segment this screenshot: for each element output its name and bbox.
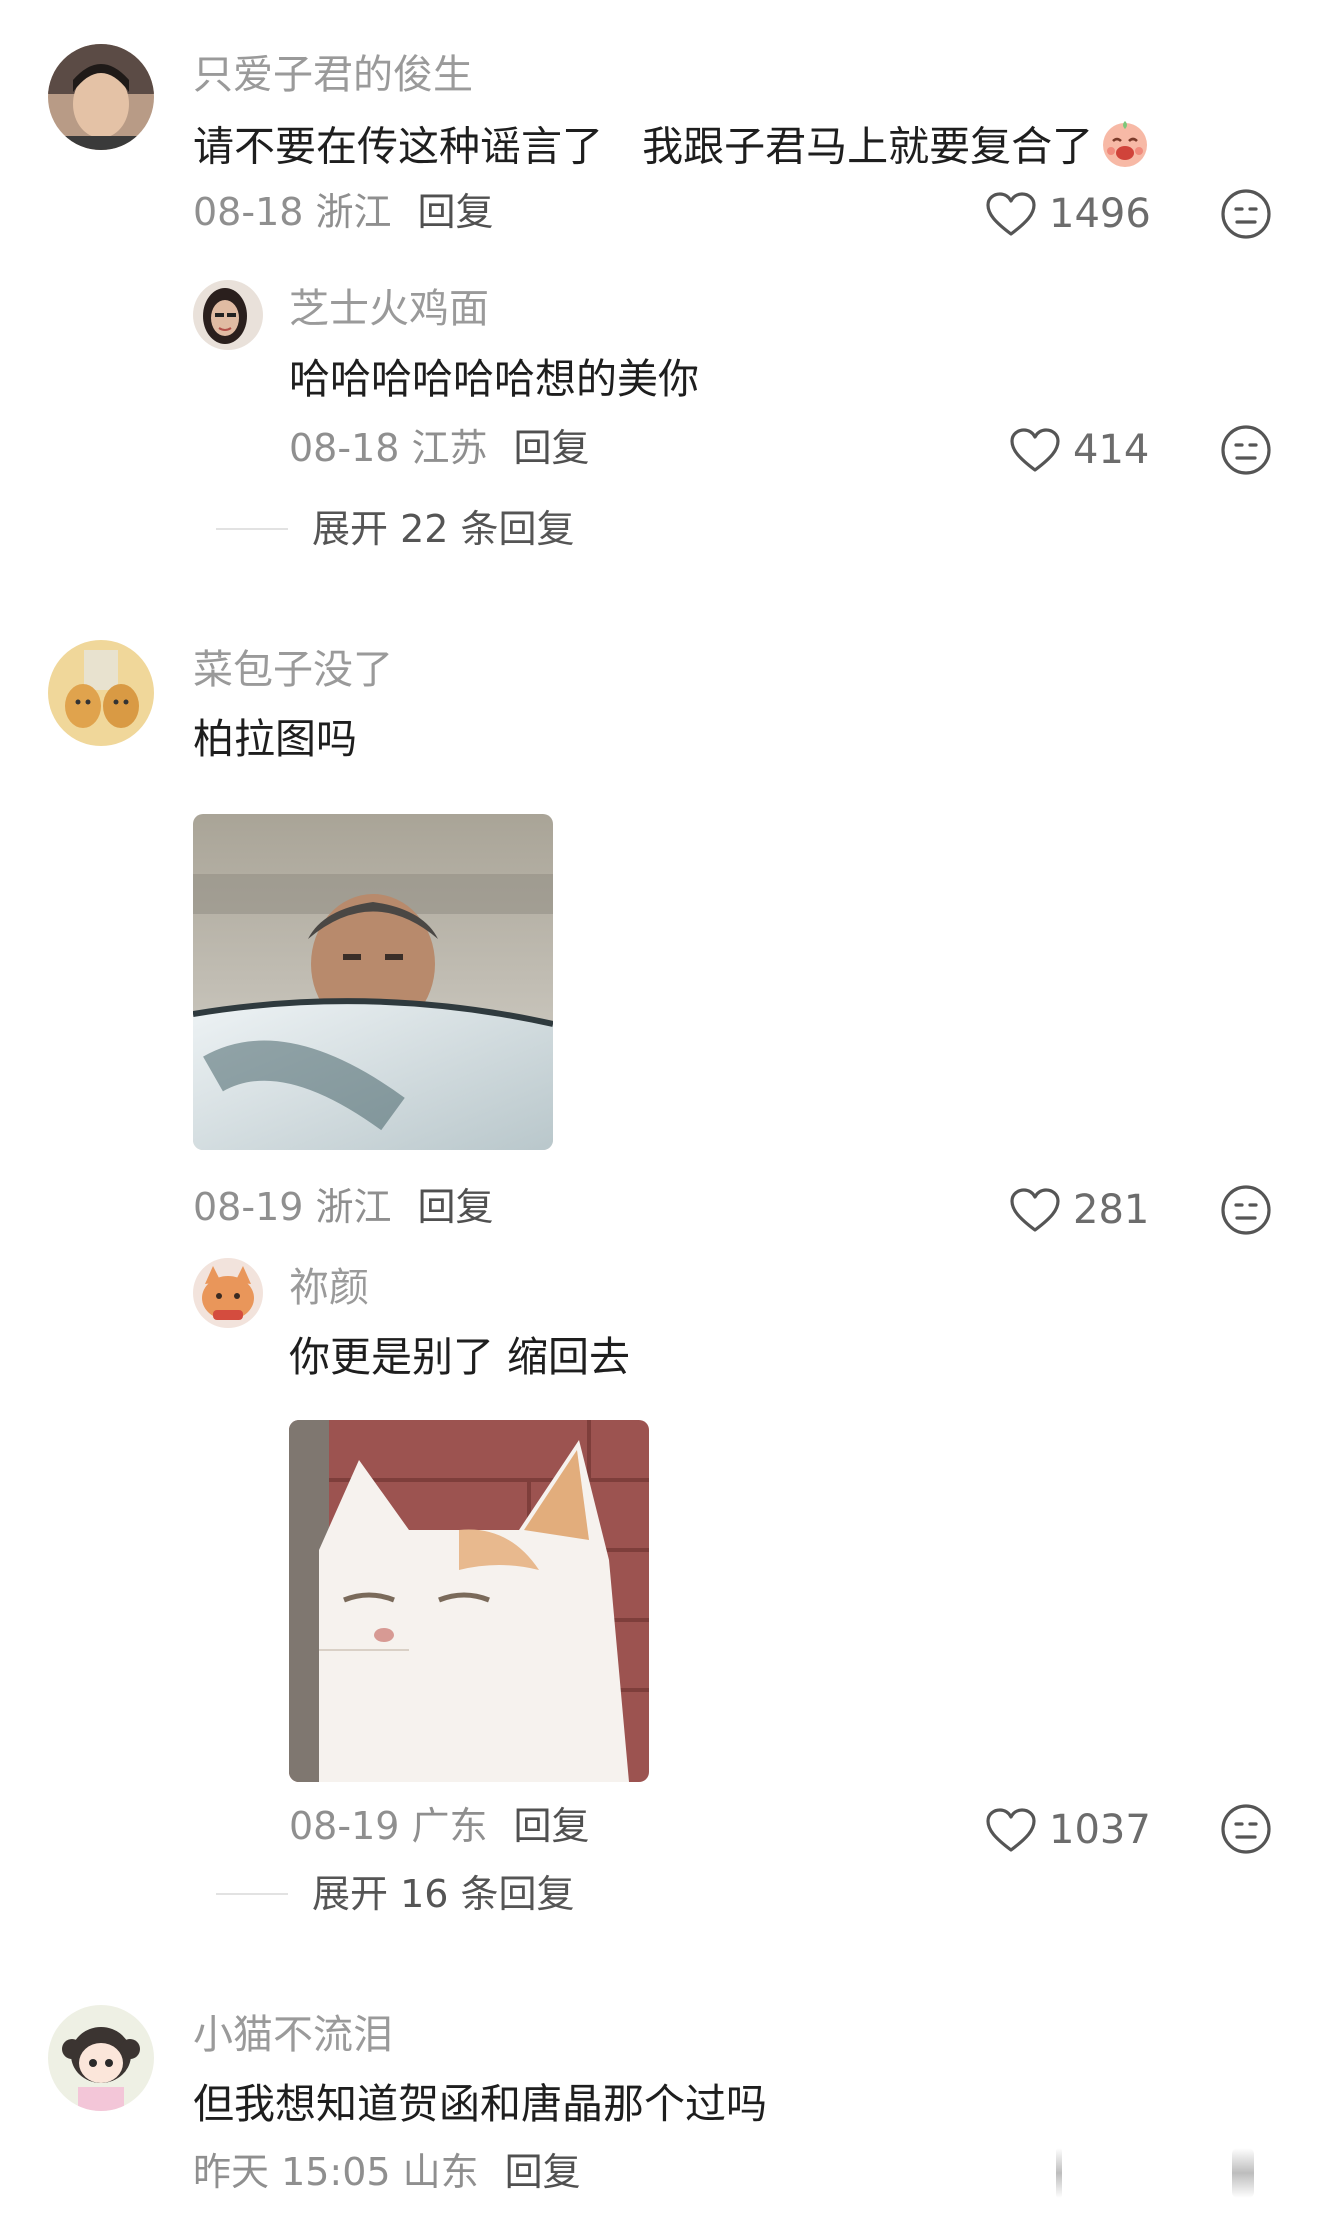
username[interactable]: 菜包子没了 xyxy=(193,645,393,695)
reply-button[interactable]: 回复 xyxy=(514,1804,590,1848)
like-button[interactable]: 414 xyxy=(1009,426,1149,474)
reply-button[interactable]: 回复 xyxy=(505,2150,581,2194)
avatar[interactable] xyxy=(48,2005,154,2111)
divider xyxy=(216,528,288,530)
avatar[interactable] xyxy=(193,280,263,350)
expand-replies-label: 展开 16 条回复 xyxy=(312,1872,575,1916)
scroll-indicator xyxy=(1056,2148,1062,2198)
date-location: 昨天 15:05 山东 xyxy=(193,2150,479,2194)
username[interactable]: 只爱子君的俊生 xyxy=(193,50,473,100)
comment-text: 但我想知道贺函和唐晶那个过吗 xyxy=(193,2080,767,2128)
neutral-face-icon[interactable] xyxy=(1220,1803,1272,1855)
like-count: 414 xyxy=(1073,427,1150,473)
reply-meta: 08-18 江苏 回复 xyxy=(289,424,590,472)
avatar[interactable] xyxy=(48,640,154,746)
comment-meta: 昨天 15:05 山东 回复 xyxy=(193,2148,581,2196)
reply-button[interactable]: 回复 xyxy=(418,190,494,234)
comment-text-content: 请不要在传这种谣言了 我跟子君马上就要复合了 xyxy=(193,122,1094,171)
squinting-cat-photo[interactable] xyxy=(289,1420,649,1782)
neutral-face-icon[interactable] xyxy=(1220,1184,1272,1236)
date-location: 08-19 广东 xyxy=(289,1804,488,1848)
like-button[interactable]: 1037 xyxy=(985,1806,1151,1854)
reply-text: 你更是别了 缩回去 xyxy=(289,1333,631,1381)
reply-text: 哈哈哈哈哈哈想的美你 xyxy=(289,355,699,403)
avatar[interactable] xyxy=(48,44,154,150)
comment-text: 柏拉图吗 xyxy=(193,715,357,763)
reply-button[interactable]: 回复 xyxy=(514,426,590,470)
date-location: 08-18 浙江 xyxy=(193,190,392,234)
comment-text: 请不要在传这种谣言了 我跟子君马上就要复合了 xyxy=(193,117,1151,182)
divider xyxy=(216,1893,288,1895)
neutral-face-icon[interactable] xyxy=(1220,188,1272,240)
like-button[interactable]: 281 xyxy=(1009,1186,1149,1234)
like-button[interactable]: 1496 xyxy=(985,190,1151,238)
expand-replies[interactable]: 展开 16 条回复 xyxy=(216,1870,575,1918)
heart-outline-icon xyxy=(985,191,1037,237)
neutral-face-icon[interactable] xyxy=(1220,424,1272,476)
username[interactable]: 芝士火鸡面 xyxy=(289,284,489,334)
heart-outline-icon xyxy=(1009,1187,1061,1233)
avatar[interactable] xyxy=(193,1258,263,1328)
expand-replies[interactable]: 展开 22 条回复 xyxy=(216,505,575,553)
heart-outline-icon xyxy=(1009,427,1061,473)
date-location: 08-18 江苏 xyxy=(289,426,488,470)
like-count: 1496 xyxy=(1049,191,1151,237)
like-count: 1037 xyxy=(1049,1807,1151,1853)
comment-meta: 08-18 浙江 回复 xyxy=(193,188,494,236)
expand-replies-label: 展开 22 条回复 xyxy=(312,507,575,551)
like-count: 281 xyxy=(1073,1187,1150,1233)
username[interactable]: 小猫不流泪 xyxy=(193,2010,393,2060)
laughing-blush-emoji-icon xyxy=(1099,117,1151,182)
reply-meta: 08-19 广东 回复 xyxy=(289,1802,590,1850)
date-location: 08-19 浙江 xyxy=(193,1185,392,1229)
comment-meta: 08-19 浙江 回复 xyxy=(193,1183,494,1231)
heart-outline-icon xyxy=(985,1807,1037,1853)
reply-button[interactable]: 回复 xyxy=(418,1185,494,1229)
scroll-indicator xyxy=(1232,2148,1254,2198)
username[interactable]: 祢颜 xyxy=(289,1263,369,1313)
man-peeking-behind-car-photo[interactable] xyxy=(193,814,553,1150)
